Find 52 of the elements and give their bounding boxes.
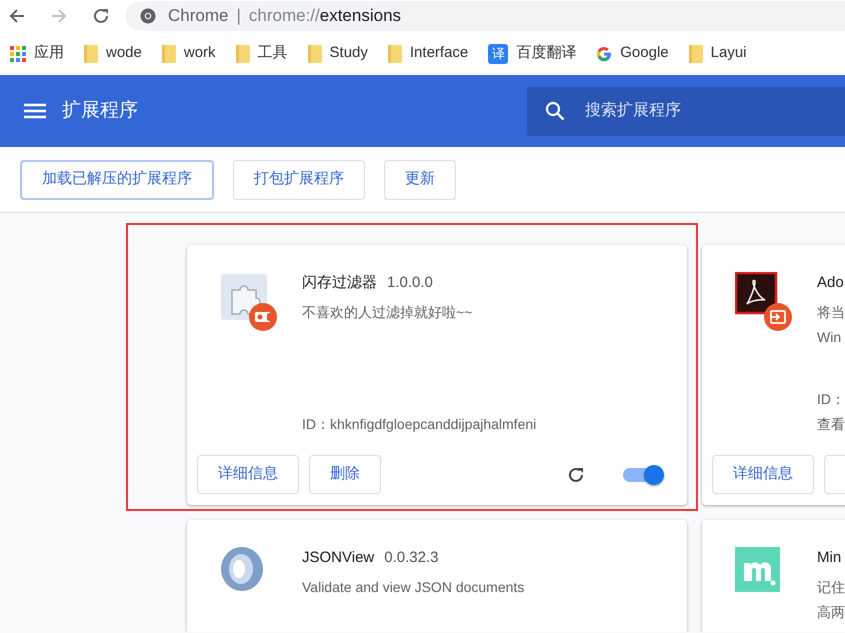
bookmark[interactable]: 应用 <box>10 42 64 65</box>
description-text: 不喜欢的人过滤掉就好啦~~ <box>302 302 474 322</box>
translate-icon: 译 <box>488 44 508 64</box>
site-name: Chrome <box>168 5 228 28</box>
address-bar[interactable]: Chrome | chrome://extensions <box>126 1 845 31</box>
url-text: chrome://extensions <box>248 5 402 28</box>
puzzle-icon <box>220 272 280 332</box>
bookmark[interactable]: 译 百度翻译 <box>488 42 576 65</box>
description-text: 将当 Win <box>817 302 845 346</box>
folder-icon <box>162 44 176 62</box>
view-link[interactable]: 查看 <box>817 412 845 437</box>
id-text: ID：khknfigdfgloepcanddijpajhalmfeni <box>302 415 536 434</box>
details-button[interactable]: 详细信息 <box>197 455 299 494</box>
chrome-icon <box>140 8 156 24</box>
menu-icon[interactable] <box>24 103 46 119</box>
details-button[interactable]: 详细信息 <box>712 455 814 494</box>
id-text: ID： <box>817 390 845 409</box>
search-field[interactable]: 搜索扩展程序 <box>527 86 845 136</box>
bookmark[interactable]: Google <box>596 42 669 65</box>
separator: | <box>236 5 241 28</box>
bookmark[interactable]: work <box>162 42 216 65</box>
toolbar-button[interactable]: 打包扩展程序 <box>233 160 365 200</box>
bookmark[interactable]: 工具 <box>236 42 288 65</box>
remove-button[interactable]: 删除 <box>309 455 381 494</box>
description-text: 记住 高两 <box>817 578 845 622</box>
page-title: 扩展程序 <box>62 98 138 123</box>
google-icon <box>596 46 612 62</box>
back-icon[interactable] <box>8 7 26 25</box>
extension-name: 闪存过滤器 <box>302 273 377 293</box>
folder-icon <box>388 44 402 62</box>
toolbar-button[interactable]: 加载已解压的扩展程序 <box>20 160 214 200</box>
apps-icon <box>10 46 26 62</box>
extension-name: Min <box>817 548 842 568</box>
folder-icon <box>688 44 703 62</box>
bookmark[interactable]: Study <box>308 42 368 65</box>
version-text: 1.0.0.0 <box>387 273 433 293</box>
acrobat-icon <box>735 272 795 332</box>
extension-name: JSONView <box>302 548 374 568</box>
bookmark[interactable]: wode <box>84 42 142 65</box>
folder-icon <box>308 44 322 62</box>
description-text: Validate and view JSON documents <box>302 578 524 596</box>
toggle-switch[interactable] <box>623 464 663 484</box>
bookmark[interactable]: Interface <box>388 42 468 65</box>
extension-name: Ado <box>817 273 844 293</box>
reload-icon[interactable] <box>567 466 585 484</box>
toolbar-button[interactable]: 更新 <box>384 160 456 200</box>
folder-icon <box>236 44 250 62</box>
search-icon <box>545 100 565 120</box>
reload-icon[interactable] <box>92 7 110 25</box>
bookmark[interactable]: Layui <box>688 42 746 65</box>
version-text: 0.0.32.3 <box>384 548 438 568</box>
folder-icon <box>84 44 98 62</box>
